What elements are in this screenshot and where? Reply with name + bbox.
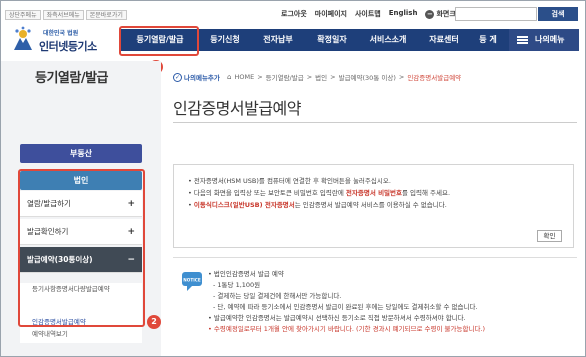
english-link[interactable]: English [389,9,418,19]
nav-item-e-payment[interactable]: 전자납부 [253,29,303,51]
nav-item-board[interactable]: 등 게 [471,29,505,51]
info-line: • 법인인감증명서 발급 예약 [208,270,284,278]
search-button[interactable]: 검색 [538,7,578,21]
utility-bar: 상단주메뉴 좌측서브메뉴 본문바로가기 로그아웃 마이페이지 사이트맵 Engl… [1,1,585,28]
notice-icon: NOTICE [182,272,202,291]
breadcrumb-current: 인감증명서발급예약 [407,74,462,82]
skip-link-main-menu[interactable]: 상단주메뉴 [5,10,41,20]
breadcrumb-separator: > [330,73,336,81]
notice-text: • 전자증명서(HSM USB)를 컴퓨터에 연결한 후 확인버튼을 눌러주십시… [188,177,391,185]
search-input[interactable] [455,7,537,21]
info-line-warning: • 수령예정일로부터 1개월 안에 찾아가시기 바랍니다. (기한 경과시 폐기… [208,325,486,333]
notice-icon-label: NOTICE [183,278,201,283]
notice-text: • 다음의 화면을 입력상 또는 보안토큰 비밀번호 입력란에 [188,189,346,197]
notice-text: 를 입력해 주세요. [402,189,451,197]
utility-nav: 로그아웃 마이페이지 사이트맵 English − 화면크기 + [281,9,474,19]
add-my-menu-label: 나의메뉴추가 [184,74,220,82]
nav-item-service-intro[interactable]: 서비스소개 [359,29,417,51]
nav-item-resources[interactable]: 자료센터 [419,29,469,51]
notice-line: • 이동식디스크(일반USB) 전자증명서는 인감증명서 발급예약 서비스를 이… [188,199,447,209]
site-logo[interactable]: 대한민국 법원 인터넷등기소 [11,26,111,54]
my-menu-label: 나의메뉴 [535,35,565,44]
category-real-estate[interactable]: 부동산 [20,144,142,163]
breadcrumb-home[interactable]: HOME [234,73,254,81]
add-my-menu-button[interactable]: ✓ 나의메뉴추가 [173,72,220,82]
breadcrumb-item[interactable]: 법인 [315,72,327,82]
skip-link-sub-menu[interactable]: 좌측서브메뉴 [42,10,84,20]
sidebar-title: 등기열람/발급 [35,71,109,86]
breadcrumb-item[interactable]: 등기열람/발급 [266,72,304,82]
breadcrumb-separator: > [257,73,263,81]
hamburger-icon [517,36,528,44]
notice-line: • 다음의 화면을 입력상 또는 보안토큰 비밀번호 입력란에 전자증명서 비밀… [188,187,450,197]
step-badge-2: 2 [147,315,161,329]
info-line: - 단, 예약에 따라 등기소에서 인감증명서 발급이 완료된 후에는 당일에도… [213,303,478,311]
logo-subtitle: 대한민국 법원 [43,30,79,37]
title-divider [173,122,577,123]
breadcrumb-item[interactable]: 발급예약(30통 이상) [339,72,396,82]
breadcrumb-separator: > [398,73,405,81]
sitemap-link[interactable]: 사이트맵 [355,9,381,19]
notice-line: • 전자증명서(HSM USB)를 컴퓨터에 연결한 후 확인버튼을 눌러주십시… [188,175,391,185]
nav-item-fixed-date[interactable]: 확정일자 [307,29,357,51]
logo-title: 인터넷등기소 [39,40,97,53]
skip-link-content[interactable]: 본문바로가기 [85,10,127,20]
home-icon: ⌂ [227,73,232,81]
info-divider [173,257,577,258]
zoom-out-button[interactable]: − [425,9,435,19]
confirm-button[interactable]: 확인 [537,230,562,242]
court-emblem-icon [14,26,32,50]
breadcrumb: ⌂ HOME > 등기열람/발급 > 법인 > 발급예약(30통 이상) > 인… [227,72,461,82]
info-line: • 발급예약한 인감증명서는 발급예약시 선택하신 등기소로 직접 방문하셔서 … [208,314,466,322]
notice-emphasis: 이동식디스크(일반USB) 전자증명서 [193,201,295,209]
highlight-box-sidebar [18,169,145,327]
page-frame: 상단주메뉴 좌측서브메뉴 본문바로가기 로그아웃 마이페이지 사이트맵 Engl… [0,0,586,357]
logout-link[interactable]: 로그아웃 [281,9,307,19]
my-menu-button[interactable]: 나의메뉴 [509,29,579,51]
highlight-box-nav [119,26,199,56]
notice-box: • 전자증명서(HSM USB)를 컴퓨터에 연결한 후 확인버튼을 눌러주십시… [173,164,574,248]
notice-emphasis: 전자증명서 비밀번호 [345,189,402,197]
nav-item-registry-apply[interactable]: 등기신청 [201,29,249,51]
info-line: - 결제하는 당일 결제건에 한해서만 가능합니다. [213,292,342,300]
submenu-item-reservation-history[interactable]: 예약내역보기 [32,328,68,338]
page-title: 인감증명서발급예약 [173,99,301,118]
info-line: - 1통당 1,100원 [213,281,261,289]
mypage-link[interactable]: 마이페이지 [315,9,347,19]
check-icon: ✓ [173,72,182,82]
notice-text: 는 인감증명서 발급예약 서비스를 이용하실 수 없습니다. [294,201,447,209]
breadcrumb-separator: > [306,73,313,81]
skip-links: 상단주메뉴 좌측서브메뉴 본문바로가기 [5,10,127,20]
